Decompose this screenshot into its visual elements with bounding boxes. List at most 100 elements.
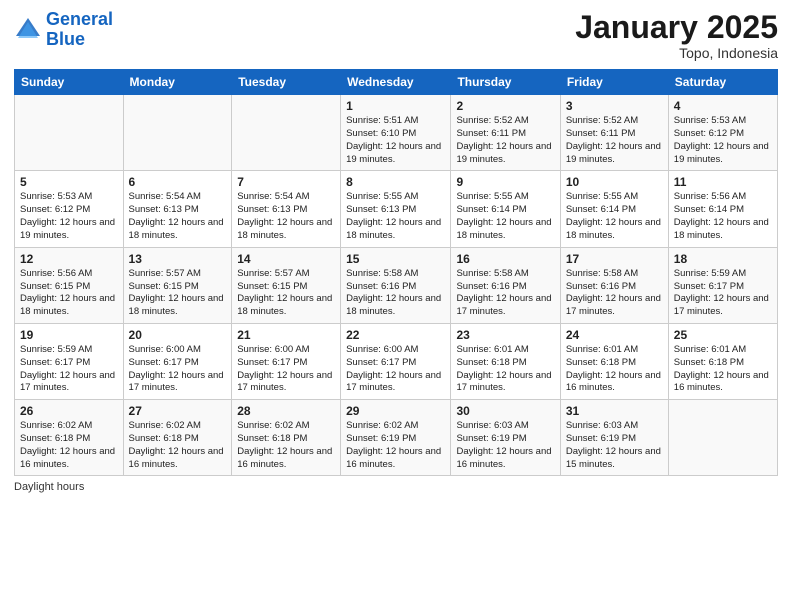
day-number: 13 xyxy=(129,252,227,266)
calendar-day-header: Thursday xyxy=(451,70,560,95)
calendar-cell: 24Sunrise: 6:01 AM Sunset: 6:18 PM Dayli… xyxy=(560,323,668,399)
logo-icon xyxy=(14,16,42,44)
day-number: 4 xyxy=(674,99,772,113)
day-detail: Sunrise: 6:02 AM Sunset: 6:18 PM Dayligh… xyxy=(129,420,227,471)
calendar-cell: 1Sunrise: 5:51 AM Sunset: 6:10 PM Daylig… xyxy=(341,95,451,171)
day-detail: Sunrise: 6:00 AM Sunset: 6:17 PM Dayligh… xyxy=(129,344,227,395)
calendar-cell: 25Sunrise: 6:01 AM Sunset: 6:18 PM Dayli… xyxy=(668,323,777,399)
day-detail: Sunrise: 5:58 AM Sunset: 6:16 PM Dayligh… xyxy=(456,268,554,319)
calendar-cell: 18Sunrise: 5:59 AM Sunset: 6:17 PM Dayli… xyxy=(668,247,777,323)
calendar-cell: 21 Sunrise: 6:00 AM Sunset: 6:17 PM Dayli… xyxy=(232,323,341,399)
calendar-week-row: 26 Sunrise: 6:02 AM Sunset: 6:18 PM Dayli… xyxy=(15,400,778,476)
calendar-cell: 20 Sunrise: 6:00 AM Sunset: 6:17 PM Dayli… xyxy=(123,323,232,399)
calendar-cell: 17Sunrise: 5:58 AM Sunset: 6:16 PM Dayli… xyxy=(560,247,668,323)
logo-text: General Blue xyxy=(46,10,113,50)
calendar-cell: 16Sunrise: 5:58 AM Sunset: 6:16 PM Dayli… xyxy=(451,247,560,323)
calendar-cell: 9 Sunrise: 5:55 AM Sunset: 6:14 PM Daylig… xyxy=(451,171,560,247)
day-detail: Sunrise: 5:52 AM Sunset: 6:11 PM Dayligh… xyxy=(566,115,663,166)
day-detail: Sunrise: 5:53 AM Sunset: 6:12 PM Dayligh… xyxy=(674,115,772,166)
day-number: 19 xyxy=(20,328,118,342)
calendar-cell: 6Sunrise: 5:54 AM Sunset: 6:13 PM Daylig… xyxy=(123,171,232,247)
day-number: 22 xyxy=(346,328,445,342)
header: General Blue January 2025 Topo, Indonesi… xyxy=(14,10,778,61)
day-detail: Sunrise: 5:54 AM Sunset: 6:13 PM Dayligh… xyxy=(129,191,227,242)
day-detail: Sunrise: 6:03 AM Sunset: 6:19 PM Dayligh… xyxy=(566,420,663,471)
day-number: 28 xyxy=(237,404,335,418)
day-detail: Sunrise: 6:02 AM Sunset: 6:19 PM Dayligh… xyxy=(346,420,445,471)
day-detail: Sunrise: 5:53 AM Sunset: 6:12 PM Dayligh… xyxy=(20,191,118,242)
calendar-cell: 5 Sunrise: 5:53 AM Sunset: 6:12 PM Daylig… xyxy=(15,171,124,247)
day-number: 14 xyxy=(237,252,335,266)
calendar-cell: 31Sunrise: 6:03 AM Sunset: 6:19 PM Dayli… xyxy=(560,400,668,476)
calendar-body: 1Sunrise: 5:51 AM Sunset: 6:10 PM Daylig… xyxy=(15,95,778,476)
day-detail: Sunrise: 5:54 AM Sunset: 6:13 PM Dayligh… xyxy=(237,191,335,242)
logo-line2: Blue xyxy=(46,29,85,49)
day-number: 24 xyxy=(566,328,663,342)
day-detail: Sunrise: 5:56 AM Sunset: 6:14 PM Dayligh… xyxy=(674,191,772,242)
subtitle: Topo, Indonesia xyxy=(575,45,778,61)
day-detail: Sunrise: 6:02 AM Sunset: 6:18 PM Dayligh… xyxy=(237,420,335,471)
calendar-cell: 22 Sunrise: 6:00 AM Sunset: 6:17 PM Dayli… xyxy=(341,323,451,399)
day-number: 26 xyxy=(20,404,118,418)
calendar-cell xyxy=(123,95,232,171)
footer-label: Daylight hours xyxy=(14,481,84,493)
calendar-cell: 26 Sunrise: 6:02 AM Sunset: 6:18 PM Dayli… xyxy=(15,400,124,476)
calendar-week-row: 12 Sunrise: 5:56 AM Sunset: 6:15 PM Dayli… xyxy=(15,247,778,323)
day-number: 20 xyxy=(129,328,227,342)
day-number: 21 xyxy=(237,328,335,342)
day-detail: Sunrise: 6:01 AM Sunset: 6:18 PM Dayligh… xyxy=(456,344,554,395)
page: General Blue January 2025 Topo, Indonesi… xyxy=(0,0,792,612)
day-detail: Sunrise: 6:03 AM Sunset: 6:19 PM Dayligh… xyxy=(456,420,554,471)
day-detail: Sunrise: 5:55 AM Sunset: 6:14 PM Dayligh… xyxy=(456,191,554,242)
calendar-table: SundayMondayTuesdayWednesdayThursdayFrid… xyxy=(14,69,778,476)
calendar-cell: 23 Sunrise: 6:01 AM Sunset: 6:18 PM Dayli… xyxy=(451,323,560,399)
day-number: 7 xyxy=(237,175,335,189)
title-block: January 2025 Topo, Indonesia xyxy=(575,10,778,61)
calendar-cell: 27Sunrise: 6:02 AM Sunset: 6:18 PM Dayli… xyxy=(123,400,232,476)
day-detail: Sunrise: 6:02 AM Sunset: 6:18 PM Dayligh… xyxy=(20,420,118,471)
calendar-header-row: SundayMondayTuesdayWednesdayThursdayFrid… xyxy=(15,70,778,95)
calendar-cell: 10 Sunrise: 5:55 AM Sunset: 6:14 PM Dayli… xyxy=(560,171,668,247)
day-number: 3 xyxy=(566,99,663,113)
day-number: 23 xyxy=(456,328,554,342)
calendar-cell: 7 Sunrise: 5:54 AM Sunset: 6:13 PM Daylig… xyxy=(232,171,341,247)
day-detail: Sunrise: 5:57 AM Sunset: 6:15 PM Dayligh… xyxy=(237,268,335,319)
calendar-cell: 30 Sunrise: 6:03 AM Sunset: 6:19 PM Dayli… xyxy=(451,400,560,476)
calendar-cell: 12 Sunrise: 5:56 AM Sunset: 6:15 PM Dayli… xyxy=(15,247,124,323)
day-detail: Sunrise: 5:55 AM Sunset: 6:13 PM Dayligh… xyxy=(346,191,445,242)
calendar-day-header: Friday xyxy=(560,70,668,95)
calendar-cell: 2Sunrise: 5:52 AM Sunset: 6:11 PM Daylig… xyxy=(451,95,560,171)
day-detail: Sunrise: 5:58 AM Sunset: 6:16 PM Dayligh… xyxy=(346,268,445,319)
day-number: 10 xyxy=(566,175,663,189)
calendar-cell xyxy=(668,400,777,476)
day-number: 12 xyxy=(20,252,118,266)
day-number: 9 xyxy=(456,175,554,189)
day-detail: Sunrise: 5:59 AM Sunset: 6:17 PM Dayligh… xyxy=(20,344,118,395)
calendar-day-header: Saturday xyxy=(668,70,777,95)
day-detail: Sunrise: 5:56 AM Sunset: 6:15 PM Dayligh… xyxy=(20,268,118,319)
day-detail: Sunrise: 5:58 AM Sunset: 6:16 PM Dayligh… xyxy=(566,268,663,319)
calendar-cell: 3 Sunrise: 5:52 AM Sunset: 6:11 PM Daylig… xyxy=(560,95,668,171)
calendar-week-row: 1Sunrise: 5:51 AM Sunset: 6:10 PM Daylig… xyxy=(15,95,778,171)
day-number: 1 xyxy=(346,99,445,113)
logo: General Blue xyxy=(14,10,113,50)
day-detail: Sunrise: 5:57 AM Sunset: 6:15 PM Dayligh… xyxy=(129,268,227,319)
calendar-cell: 11 Sunrise: 5:56 AM Sunset: 6:14 PM Dayli… xyxy=(668,171,777,247)
calendar-day-header: Monday xyxy=(123,70,232,95)
day-detail: Sunrise: 6:00 AM Sunset: 6:17 PM Dayligh… xyxy=(237,344,335,395)
day-number: 11 xyxy=(674,175,772,189)
logo-line1: General xyxy=(46,9,113,29)
calendar-cell: 14 Sunrise: 5:57 AM Sunset: 6:15 PM Dayli… xyxy=(232,247,341,323)
calendar-cell: 4 Sunrise: 5:53 AM Sunset: 6:12 PM Daylig… xyxy=(668,95,777,171)
day-number: 30 xyxy=(456,404,554,418)
day-detail: Sunrise: 5:59 AM Sunset: 6:17 PM Dayligh… xyxy=(674,268,772,319)
calendar-cell: 28 Sunrise: 6:02 AM Sunset: 6:18 PM Dayli… xyxy=(232,400,341,476)
calendar-cell: 15Sunrise: 5:58 AM Sunset: 6:16 PM Dayli… xyxy=(341,247,451,323)
main-title: January 2025 xyxy=(575,10,778,45)
day-detail: Sunrise: 5:55 AM Sunset: 6:14 PM Dayligh… xyxy=(566,191,663,242)
calendar-cell: 29Sunrise: 6:02 AM Sunset: 6:19 PM Dayli… xyxy=(341,400,451,476)
calendar-day-header: Sunday xyxy=(15,70,124,95)
calendar-cell: 13 Sunrise: 5:57 AM Sunset: 6:15 PM Dayli… xyxy=(123,247,232,323)
day-detail: Sunrise: 6:00 AM Sunset: 6:17 PM Dayligh… xyxy=(346,344,445,395)
day-number: 5 xyxy=(20,175,118,189)
